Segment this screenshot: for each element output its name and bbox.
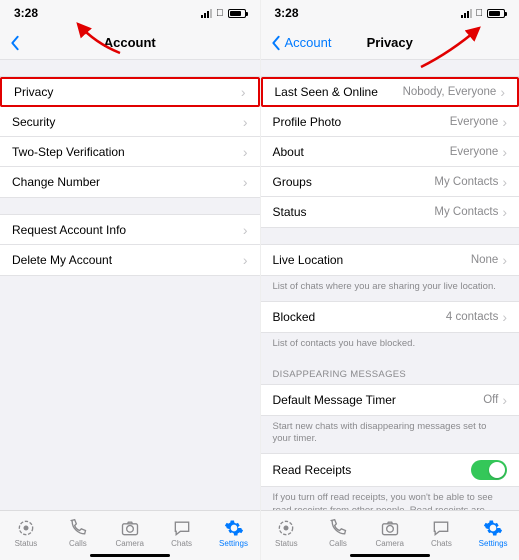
row-request-account-info[interactable]: Request Account Info › — [0, 215, 260, 245]
back-button[interactable]: Account — [269, 35, 332, 51]
row-change-number[interactable]: Change Number › — [0, 167, 260, 197]
privacy-group-visibility: Last Seen & Online Nobody, Everyone › Pr… — [261, 76, 519, 228]
chevron-right-icon: › — [243, 253, 248, 267]
blocked-footer: List of contacts you have blocked. — [261, 333, 519, 358]
row-profile-photo[interactable]: Profile Photo Everyone › — [261, 107, 519, 137]
tab-chats[interactable]: Chats — [159, 518, 205, 548]
privacy-group-live-location: Live Location None › — [261, 244, 519, 276]
chevron-left-icon — [269, 35, 283, 51]
chevron-right-icon: › — [502, 310, 507, 324]
privacy-group-blocked: Blocked 4 contacts › — [261, 301, 519, 333]
chevron-right-icon: › — [243, 145, 248, 159]
tab-calls[interactable]: Calls — [315, 518, 361, 548]
battery-icon — [228, 9, 246, 18]
row-status[interactable]: Status My Contacts › — [261, 197, 519, 227]
row-delete-account[interactable]: Delete My Account › — [0, 245, 260, 275]
chevron-left-icon — [8, 35, 22, 51]
row-security[interactable]: Security › — [0, 107, 260, 137]
row-groups[interactable]: Groups My Contacts › — [261, 167, 519, 197]
privacy-group-read-receipts: Read Receipts — [261, 453, 519, 487]
page-title: Account — [0, 35, 260, 50]
live-location-footer: List of chats where you are sharing your… — [261, 276, 519, 301]
chevron-right-icon: › — [241, 85, 246, 99]
chevron-right-icon: › — [502, 145, 507, 159]
content: Last Seen & Online Nobody, Everyone › Pr… — [261, 60, 519, 510]
nav-bar: Account Privacy — [261, 26, 519, 60]
tab-status[interactable]: Status — [263, 518, 309, 548]
nav-bar: Account — [0, 26, 260, 60]
account-settings-screen: 3:28 􀙇 Account Privacy › Security › Two-… — [0, 0, 260, 560]
settings-group-1: Privacy › Security › Two-Step Verificati… — [0, 76, 260, 198]
chevron-right-icon: › — [502, 175, 507, 189]
wifi-icon: 􀙇 — [216, 8, 224, 19]
tab-camera[interactable]: Camera — [107, 518, 153, 548]
row-two-step[interactable]: Two-Step Verification › — [0, 137, 260, 167]
settings-group-2: Request Account Info › Delete My Account… — [0, 214, 260, 276]
back-button[interactable] — [8, 35, 24, 51]
chevron-right-icon: › — [502, 253, 507, 267]
status-time: 3:28 — [275, 6, 299, 20]
tab-status[interactable]: Status — [3, 518, 49, 548]
row-live-location[interactable]: Live Location None › — [261, 245, 519, 275]
row-read-receipts: Read Receipts — [261, 454, 519, 486]
default-timer-footer: Start new chats with disappearing messag… — [261, 416, 519, 454]
tab-settings[interactable]: Settings — [470, 518, 516, 548]
privacy-group-disappearing: Default Message Timer Off › — [261, 384, 519, 416]
chevron-right-icon: › — [243, 115, 248, 129]
cellular-icon — [461, 9, 472, 18]
read-receipts-footer: If you turn off read receipts, you won't… — [261, 487, 519, 510]
chevron-right-icon: › — [502, 393, 507, 407]
row-about[interactable]: About Everyone › — [261, 137, 519, 167]
cellular-icon — [201, 9, 212, 18]
row-default-timer[interactable]: Default Message Timer Off › — [261, 385, 519, 415]
tab-settings[interactable]: Settings — [211, 518, 257, 548]
status-bar: 3:28 􀙇 — [0, 0, 260, 26]
tab-calls[interactable]: Calls — [55, 518, 101, 548]
tab-bar: Status Calls Camera Chats Settings — [261, 510, 519, 560]
chevron-right-icon: › — [502, 205, 507, 219]
row-privacy[interactable]: Privacy › — [0, 77, 260, 107]
chevron-right-icon: › — [500, 85, 505, 99]
tab-camera[interactable]: Camera — [367, 518, 413, 548]
battery-icon — [487, 9, 505, 18]
wifi-icon: 􀙇 — [476, 8, 484, 19]
tab-chats[interactable]: Chats — [418, 518, 464, 548]
chevron-right-icon: › — [502, 115, 507, 129]
row-blocked[interactable]: Blocked 4 contacts › — [261, 302, 519, 332]
read-receipts-toggle[interactable] — [471, 460, 507, 480]
tab-bar: Status Calls Camera Chats Settings — [0, 510, 260, 560]
chevron-right-icon: › — [243, 175, 248, 189]
home-indicator — [350, 554, 430, 558]
status-bar: 3:28 􀙇 — [261, 0, 519, 26]
status-time: 3:28 — [14, 6, 38, 20]
chevron-right-icon: › — [243, 223, 248, 237]
disappearing-header: Disappearing Messages — [261, 359, 519, 384]
privacy-settings-screen: 3:28 􀙇 Account Privacy Last Seen & Onlin… — [260, 0, 519, 560]
row-last-seen[interactable]: Last Seen & Online Nobody, Everyone › — [261, 77, 519, 107]
content: Privacy › Security › Two-Step Verificati… — [0, 60, 260, 510]
home-indicator — [90, 554, 170, 558]
